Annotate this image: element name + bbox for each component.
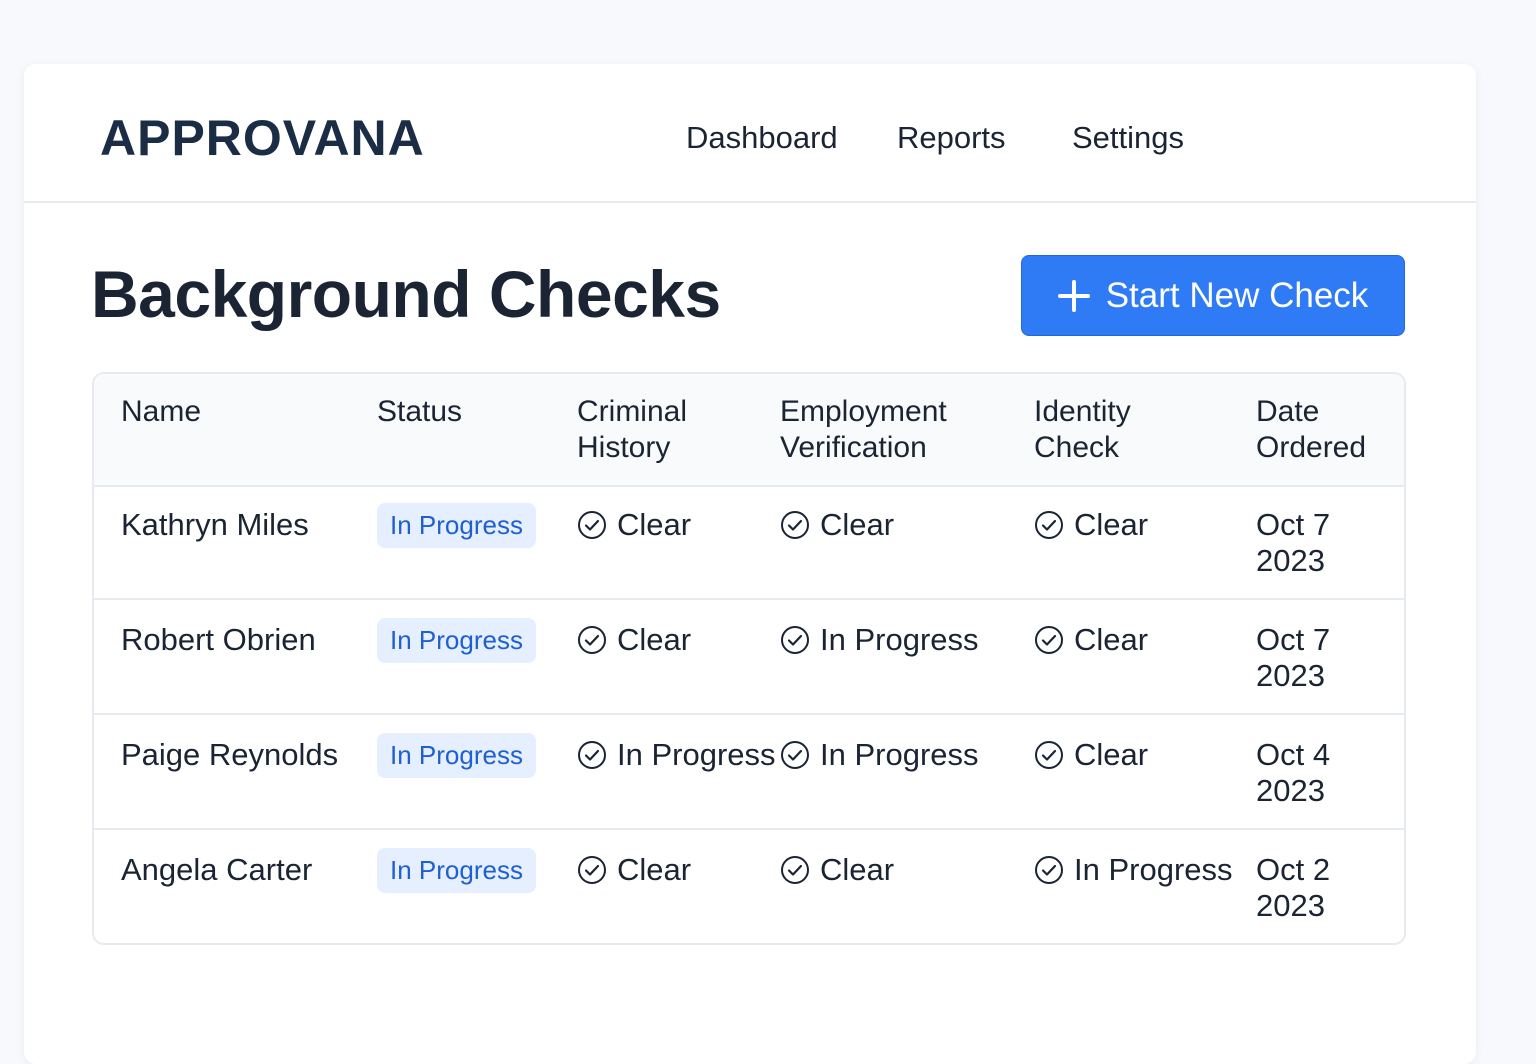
nav-dashboard[interactable]: Dashboard (686, 120, 838, 156)
background-checks-table: Name Status Criminal History Employment … (92, 372, 1406, 945)
check-circle-icon (578, 856, 606, 884)
table-row[interactable]: Paige Reynolds In Progress In Progress I… (94, 715, 1404, 830)
row-name: Paige Reynolds (121, 737, 339, 772)
header-status[interactable]: Status (377, 394, 462, 430)
table-row[interactable]: Kathryn Miles In Progress Clear Clear Cl… (94, 485, 1404, 600)
check-circle-icon (781, 741, 809, 769)
row-name: Robert Obrien (121, 622, 316, 657)
identity-check-cell: Clear (1034, 622, 1148, 658)
check-circle-icon (1035, 626, 1063, 654)
criminal-history-cell: In Progress (577, 737, 776, 773)
header-name[interactable]: Name (121, 394, 201, 430)
row-name: Kathryn Miles (121, 507, 309, 542)
header-criminal-history[interactable]: Criminal History (577, 394, 687, 466)
status-badge: In Progress (377, 503, 536, 548)
identity-check-cell: In Progress (1034, 852, 1233, 888)
check-circle-icon (781, 856, 809, 884)
check-circle-icon (578, 741, 606, 769)
identity-check-cell: Clear (1034, 507, 1148, 543)
main-card: APPROVANA Dashboard Reports Settings Bac… (24, 64, 1476, 1064)
header-identity-check[interactable]: Identity Check (1034, 394, 1131, 466)
check-circle-icon (578, 626, 606, 654)
check-circle-icon (578, 511, 606, 539)
start-new-check-label: Start New Check (1105, 275, 1369, 315)
table-header: Name Status Criminal History Employment … (94, 374, 1404, 487)
employment-verification-cell: Clear (780, 507, 894, 543)
header-date-ordered[interactable]: Date Ordered (1256, 394, 1366, 466)
check-circle-icon (1035, 511, 1063, 539)
date-ordered-cell: Oct 2 2023 (1256, 852, 1331, 923)
header-employment-verification[interactable]: Employment Verification (780, 394, 947, 466)
date-ordered-cell: Oct 4 2023 (1256, 737, 1331, 808)
table-row[interactable]: Robert Obrien In Progress Clear In Progr… (94, 600, 1404, 715)
status-badge: In Progress (377, 848, 536, 893)
date-ordered-cell: Oct 7 2023 (1256, 507, 1331, 578)
top-header: APPROVANA Dashboard Reports Settings (24, 64, 1476, 203)
check-circle-icon (1035, 856, 1063, 884)
table-row[interactable]: Angela Carter In Progress Clear Clear In… (94, 830, 1404, 943)
employment-verification-cell: In Progress (780, 737, 979, 773)
criminal-history-cell: Clear (577, 507, 691, 543)
status-badge: In Progress (377, 733, 536, 778)
criminal-history-cell: Clear (577, 852, 691, 888)
status-badge: In Progress (377, 618, 536, 663)
row-name: Angela Carter (121, 852, 313, 887)
employment-verification-cell: In Progress (780, 622, 979, 658)
check-circle-icon (781, 511, 809, 539)
date-ordered-cell: Oct 7 2023 (1256, 622, 1331, 693)
identity-check-cell: Clear (1034, 737, 1148, 773)
check-circle-icon (781, 626, 809, 654)
check-circle-icon (1035, 741, 1063, 769)
plus-icon (1057, 279, 1090, 312)
employment-verification-cell: Clear (780, 852, 894, 888)
start-new-check-button[interactable]: Start New Check (1021, 255, 1405, 336)
criminal-history-cell: Clear (577, 622, 691, 658)
nav-reports[interactable]: Reports (897, 120, 1006, 156)
page-title: Background Checks (91, 257, 721, 331)
nav-settings[interactable]: Settings (1072, 120, 1184, 156)
app-logo[interactable]: APPROVANA (100, 110, 425, 166)
